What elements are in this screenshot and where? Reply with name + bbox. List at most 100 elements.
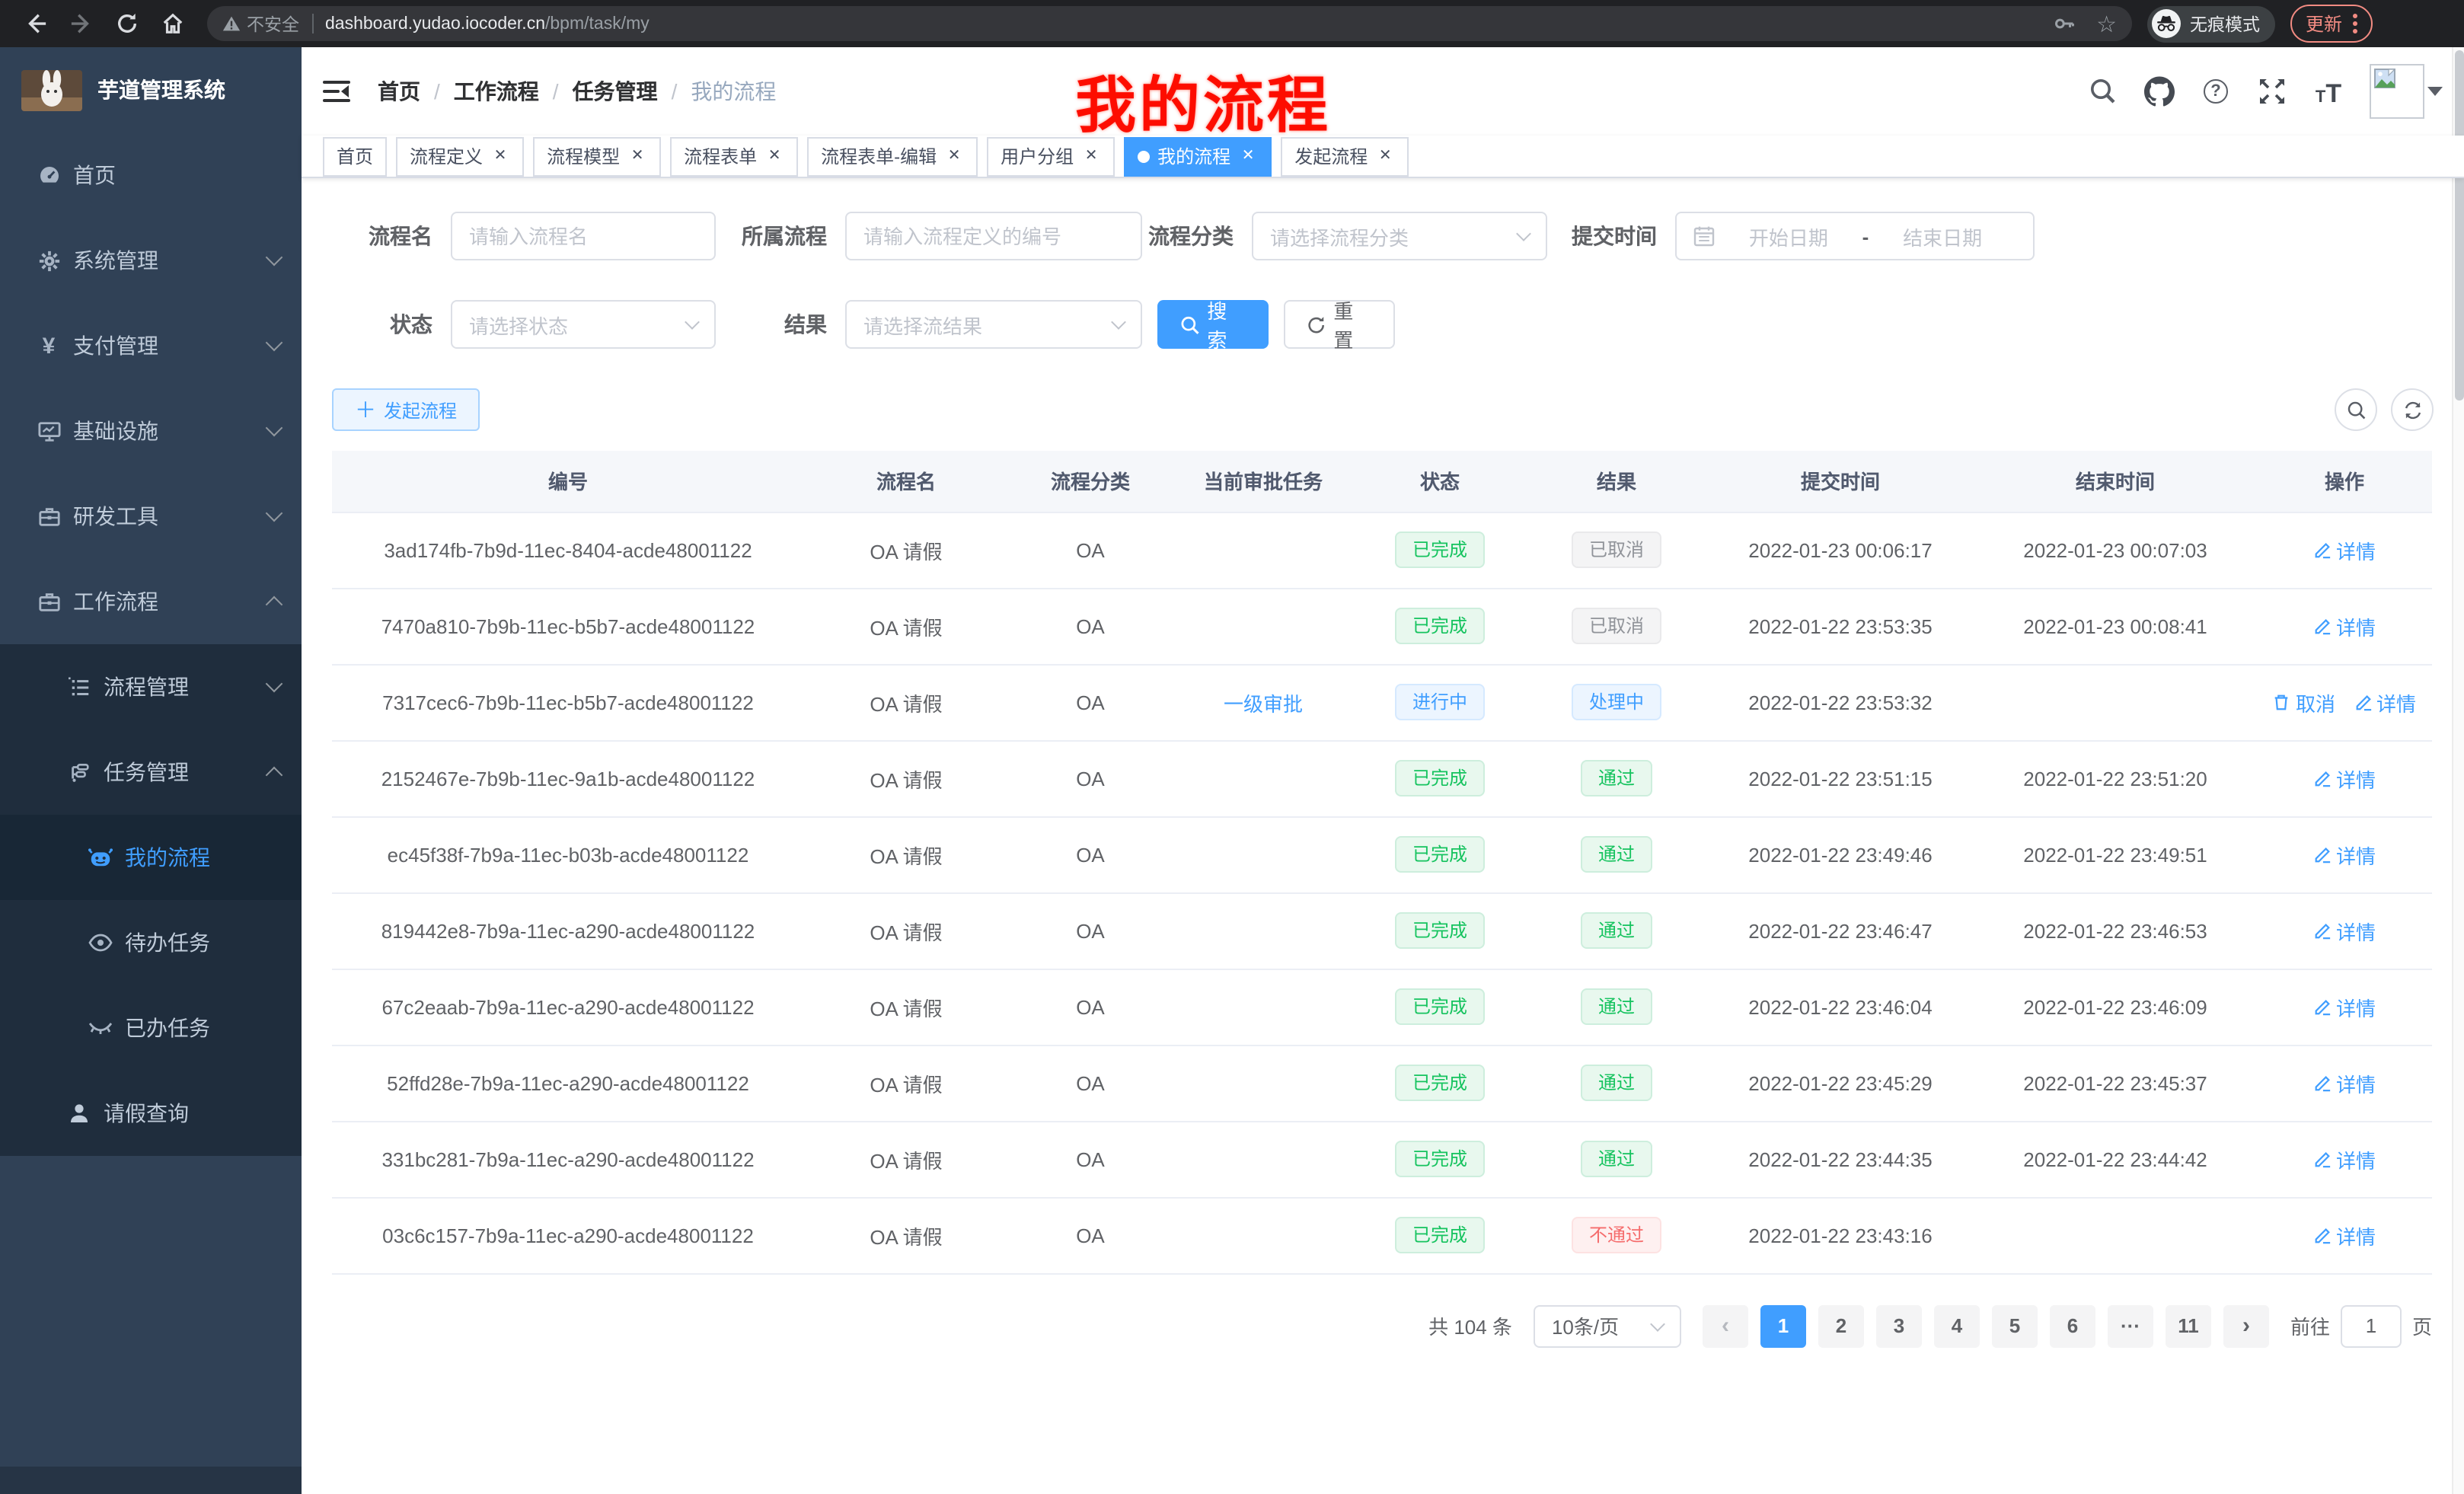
close-icon[interactable]: ✕ xyxy=(1081,146,1101,166)
tab-start-process[interactable]: 发起流程✕ xyxy=(1281,136,1409,176)
start-process-button[interactable]: ＋ 发起流程 xyxy=(332,388,480,431)
process-name-input[interactable] xyxy=(451,212,716,260)
sidebar-item-todo-tasks[interactable]: 待办任务 xyxy=(0,900,302,985)
detail-button[interactable]: 详情 xyxy=(2313,1068,2376,1097)
detail-button[interactable]: 详情 xyxy=(2313,1144,2376,1173)
sidebar-collapse-icon[interactable] xyxy=(323,80,350,103)
browser-forward-icon[interactable] xyxy=(61,4,101,43)
sidebar-item-infra[interactable]: 基础设施 xyxy=(0,388,302,474)
result-select[interactable]: 请选择流结果 xyxy=(845,300,1142,349)
category-select[interactable]: 请选择流程分类 xyxy=(1252,212,1547,260)
page-size-select[interactable]: 10条/页 xyxy=(1534,1304,1681,1347)
sidebar-item-home[interactable]: 首页 xyxy=(0,132,302,218)
close-icon[interactable]: ✕ xyxy=(1238,146,1258,166)
close-icon[interactable]: ✕ xyxy=(490,146,510,166)
font-size-icon[interactable]: TT xyxy=(2313,76,2344,107)
status-select[interactable]: 请选择状态 xyxy=(451,300,716,349)
browser-reload-icon[interactable] xyxy=(107,4,146,43)
page-number[interactable]: 1 xyxy=(1760,1304,1806,1347)
page-number[interactable]: 4 xyxy=(1934,1304,1980,1347)
detail-button[interactable]: 详情 xyxy=(2313,840,2376,869)
help-icon[interactable]: ? xyxy=(2201,76,2231,107)
detail-button[interactable]: 详情 xyxy=(2313,535,2376,564)
detail-button[interactable]: 详情 xyxy=(2354,688,2416,717)
close-icon[interactable]: ✕ xyxy=(764,146,784,166)
detail-button[interactable]: 详情 xyxy=(2313,1221,2376,1250)
table-row: 819442e8-7b9a-11ec-a290-acde48001122OA 请… xyxy=(332,892,2432,969)
github-icon[interactable] xyxy=(2144,76,2175,107)
result-badge: 通过 xyxy=(1581,912,1652,949)
search-button[interactable]: 搜索 xyxy=(1157,300,1269,349)
process-definition-input[interactable] xyxy=(845,212,1142,260)
tab-process-model[interactable]: 流程模型✕ xyxy=(533,136,661,176)
status-badge: 已完成 xyxy=(1396,760,1484,796)
monitor-icon xyxy=(37,419,61,443)
sidebar-item-workflow[interactable]: 工作流程 xyxy=(0,559,302,644)
table-row: ec45f38f-7b9a-11ec-b03b-acde48001122OA 请… xyxy=(332,816,2432,892)
status-badge: 已完成 xyxy=(1396,532,1484,568)
reset-button[interactable]: 重置 xyxy=(1284,300,1395,349)
table-refresh-button[interactable] xyxy=(2391,388,2434,431)
more-pages-button[interactable]: ··· xyxy=(2108,1304,2153,1347)
browser-update-button[interactable]: 更新 xyxy=(2290,5,2373,43)
tab-home[interactable]: 首页✕ xyxy=(323,136,387,176)
page-number[interactable]: 2 xyxy=(1818,1304,1864,1347)
tab-process-form-edit[interactable]: 流程表单-编辑✕ xyxy=(807,136,978,176)
page-number[interactable]: 5 xyxy=(1992,1304,2038,1347)
browser-home-icon[interactable] xyxy=(152,4,192,43)
sidebar-item-done-tasks[interactable]: 已办任务 xyxy=(0,985,302,1071)
sidebar-item-devtools[interactable]: 研发工具 xyxy=(0,474,302,559)
app-logo[interactable]: 芋道管理系统 xyxy=(0,47,302,132)
prev-page-button[interactable]: ‹ xyxy=(1703,1304,1748,1347)
page-number[interactable]: 6 xyxy=(2050,1304,2095,1347)
detail-button[interactable]: 详情 xyxy=(2313,764,2376,793)
robot-icon xyxy=(88,845,113,870)
tab-process-form[interactable]: 流程表单✕ xyxy=(670,136,798,176)
sidebar-item-my-process[interactable]: 我的流程 xyxy=(0,815,302,900)
breadcrumb-task-mgmt[interactable]: 任务管理 xyxy=(573,76,658,107)
breadcrumb-workflow[interactable]: 工作流程 xyxy=(454,76,539,107)
submit-time-range-picker[interactable]: 开始日期 - 结束日期 xyxy=(1675,212,2035,260)
fullscreen-icon[interactable] xyxy=(2257,76,2287,107)
page-number[interactable]: 3 xyxy=(1876,1304,1922,1347)
filter-process-label: 所属流程 xyxy=(716,221,845,251)
not-secure-warning[interactable]: 不安全 xyxy=(222,11,299,36)
sidebar-item-process-mgmt[interactable]: 流程管理 xyxy=(0,644,302,729)
search-icon[interactable] xyxy=(2088,76,2118,107)
sidebar-item-task-mgmt[interactable]: 任务管理 xyxy=(0,729,302,815)
next-page-button[interactable]: › xyxy=(2223,1304,2269,1347)
sidebar-item-leave-query[interactable]: 请假查询 xyxy=(0,1071,302,1156)
avatar-caret-icon[interactable] xyxy=(2427,87,2443,96)
tab-user-group[interactable]: 用户分组✕ xyxy=(987,136,1115,176)
close-icon[interactable]: ✕ xyxy=(627,146,647,166)
detail-button[interactable]: 详情 xyxy=(2313,611,2376,640)
eye-open-icon xyxy=(88,931,113,955)
filter-category-label: 流程分类 xyxy=(1142,221,1252,251)
detail-button[interactable]: 详情 xyxy=(2313,916,2376,945)
close-icon[interactable]: ✕ xyxy=(944,146,964,166)
incognito-icon xyxy=(2152,9,2181,38)
sidebar-footer xyxy=(0,1467,302,1494)
sidebar-item-system[interactable]: 系统管理 xyxy=(0,218,302,303)
browser-back-icon[interactable] xyxy=(15,4,55,43)
sidebar-item-payment[interactable]: ¥ 支付管理 xyxy=(0,303,302,388)
page-number[interactable]: 11 xyxy=(2166,1304,2211,1347)
table-search-toggle-button[interactable] xyxy=(2335,388,2377,431)
window-scrollbar[interactable] xyxy=(2452,47,2464,1494)
cancel-button[interactable]: 取消 xyxy=(2273,688,2335,717)
col-status: 状态 xyxy=(1354,451,1526,512)
tab-my-process[interactable]: 我的流程✕ xyxy=(1124,136,1272,176)
avatar[interactable] xyxy=(2370,64,2424,119)
password-key-icon[interactable] xyxy=(2052,12,2075,35)
bookmark-star-icon[interactable]: ☆ xyxy=(2096,10,2117,37)
goto-page-input[interactable] xyxy=(2341,1304,2402,1347)
url-bar[interactable]: 不安全 dashboard.yudao.iocoder.cn/bpm/task/… xyxy=(207,6,2132,41)
browser-menu-icon[interactable] xyxy=(2353,14,2357,34)
task-link[interactable]: 一级审批 xyxy=(1224,688,1303,717)
close-icon[interactable]: ✕ xyxy=(1375,146,1395,166)
chevron-up-icon xyxy=(266,596,283,614)
breadcrumb-home[interactable]: 首页 xyxy=(378,76,420,107)
workflow-submenu: 流程管理 任务管理 我的流程 xyxy=(0,644,302,1156)
tab-process-definition[interactable]: 流程定义✕ xyxy=(396,136,524,176)
detail-button[interactable]: 详情 xyxy=(2313,992,2376,1021)
